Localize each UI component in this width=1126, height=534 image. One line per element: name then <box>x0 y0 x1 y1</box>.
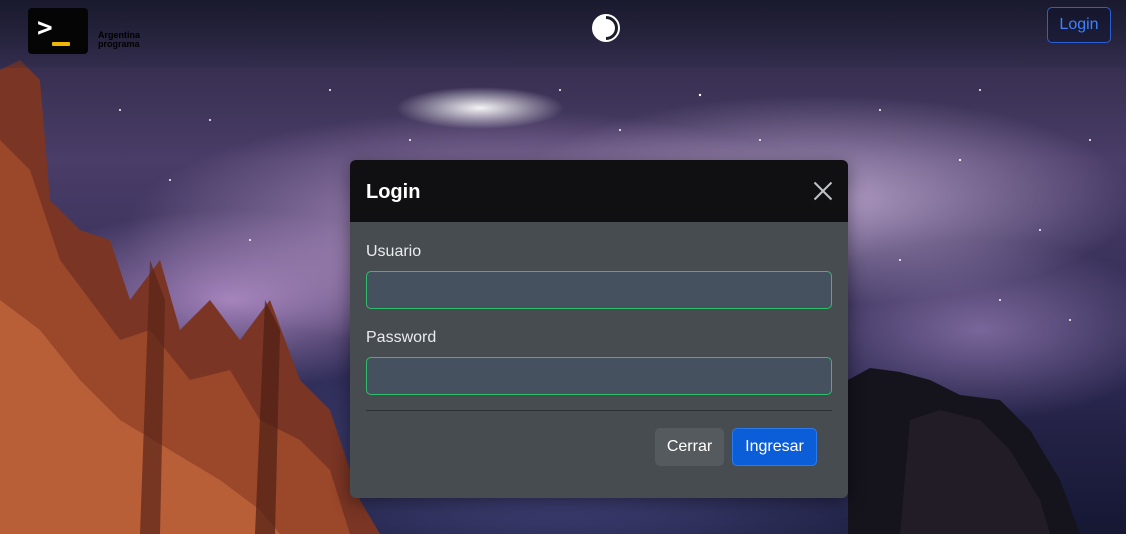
login-modal: Login Usuario Password Cerrar Ingresar <box>350 160 848 498</box>
contrast-toggle-icon[interactable] <box>592 14 620 42</box>
terminal-prompt-icon[interactable]: > <box>28 8 88 54</box>
close-button[interactable]: Cerrar <box>655 428 724 466</box>
navbar-login-button[interactable]: Login <box>1047 7 1111 43</box>
username-input[interactable] <box>366 271 832 309</box>
modal-header: Login <box>350 160 848 222</box>
brand-name: Argentina programa <box>98 31 140 49</box>
username-label: Usuario <box>366 243 422 260</box>
password-label: Password <box>366 329 437 346</box>
navbar-background <box>0 0 1126 68</box>
submit-button[interactable]: Ingresar <box>732 428 817 466</box>
modal-title: Login <box>366 181 421 203</box>
password-input[interactable] <box>366 357 832 395</box>
modal-footer-divider <box>366 410 832 411</box>
close-icon[interactable] <box>814 182 832 200</box>
brand-line-2: programa <box>98 39 140 49</box>
